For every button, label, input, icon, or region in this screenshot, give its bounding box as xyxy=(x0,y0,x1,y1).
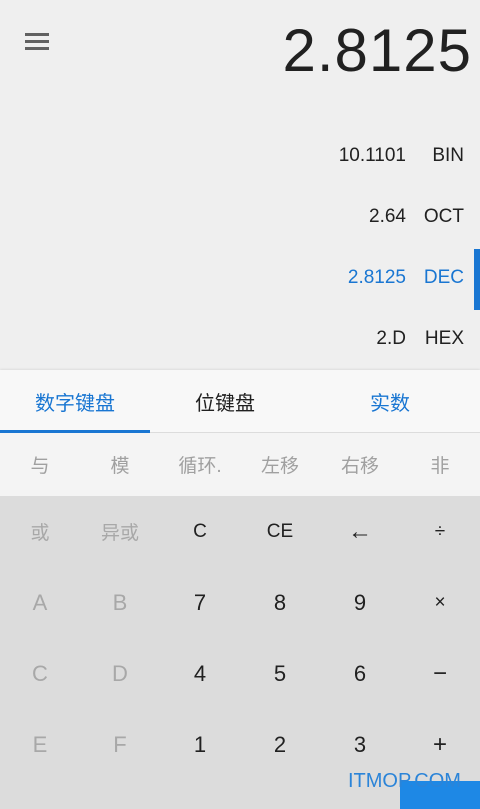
hex-a-key[interactable]: A xyxy=(0,567,80,638)
active-base-marker xyxy=(474,249,480,310)
keypad: 或 异或 C CE ← ÷ A B 7 8 9 × C D 4 5 6 − E … xyxy=(0,496,480,809)
dec-value: 2.8125 xyxy=(347,267,406,288)
hex-b-key[interactable]: B xyxy=(80,567,160,638)
or-key[interactable]: 或 xyxy=(0,496,80,567)
backspace-key[interactable]: ← xyxy=(320,496,400,567)
base-conversions: 10.1101 BIN 2.64 OCT 2.8125 DEC 2.D HEX xyxy=(0,127,480,371)
clear-key[interactable]: C xyxy=(160,496,240,567)
divide-key[interactable]: ÷ xyxy=(400,496,480,567)
dec-label: DEC xyxy=(423,267,464,288)
digit-7-key[interactable]: 7 xyxy=(160,567,240,638)
shift-right-key[interactable]: 右移 xyxy=(320,433,400,496)
base-row-hex[interactable]: 2.D HEX xyxy=(0,310,480,371)
rotate-key[interactable]: 循环. xyxy=(160,433,240,496)
digit-8-key[interactable]: 8 xyxy=(240,567,320,638)
clear-entry-key[interactable]: CE xyxy=(240,496,320,567)
hex-c-key[interactable]: C xyxy=(0,638,80,709)
hex-f-key[interactable]: F xyxy=(80,709,160,780)
base-row-dec[interactable]: 2.8125 DEC xyxy=(0,249,480,310)
base-row-oct[interactable]: 2.64 OCT xyxy=(0,188,480,249)
keyboard-tabs: 数字键盘 位键盘 实数 xyxy=(0,370,480,433)
base-row-bin[interactable]: 10.1101 BIN xyxy=(0,127,480,188)
watermark-text: ITMOP.COM xyxy=(348,770,461,792)
digit-4-key[interactable]: 4 xyxy=(160,638,240,709)
tab-bit-keypad[interactable]: 位键盘 xyxy=(150,370,300,432)
and-key[interactable]: 与 xyxy=(0,433,80,496)
bin-label: BIN xyxy=(432,145,464,166)
menu-icon[interactable] xyxy=(25,33,50,53)
hex-value: 2.D xyxy=(376,328,406,349)
oct-label: OCT xyxy=(423,206,464,227)
key-row: A B 7 8 9 × xyxy=(0,567,480,638)
mod-key[interactable]: 模 xyxy=(80,433,160,496)
multiply-key[interactable]: × xyxy=(400,567,480,638)
bin-value: 10.1101 xyxy=(338,145,406,166)
tab-real-number[interactable]: 实数 xyxy=(300,370,480,432)
key-row: C D 4 5 6 − xyxy=(0,638,480,709)
digit-5-key[interactable]: 5 xyxy=(240,638,320,709)
digit-1-key[interactable]: 1 xyxy=(160,709,240,780)
oct-value: 2.64 xyxy=(369,206,406,227)
minus-key[interactable]: − xyxy=(400,638,480,709)
hex-label: HEX xyxy=(424,328,464,349)
key-row: 或 异或 C CE ← ÷ xyxy=(0,496,480,567)
not-key[interactable]: 非 xyxy=(400,433,480,496)
tab-number-keypad[interactable]: 数字键盘 xyxy=(0,370,150,432)
digit-9-key[interactable]: 9 xyxy=(320,567,400,638)
hex-e-key[interactable]: E xyxy=(0,709,80,780)
digit-6-key[interactable]: 6 xyxy=(320,638,400,709)
hex-d-key[interactable]: D xyxy=(80,638,160,709)
result-display: 2.8125 xyxy=(282,17,472,84)
digit-2-key[interactable]: 2 xyxy=(240,709,320,780)
bit-operations-row: 与 模 循环. 左移 右移 非 xyxy=(0,433,480,496)
top-bar: 2.8125 xyxy=(0,0,480,120)
xor-key[interactable]: 异或 xyxy=(80,496,160,567)
shift-left-key[interactable]: 左移 xyxy=(240,433,320,496)
